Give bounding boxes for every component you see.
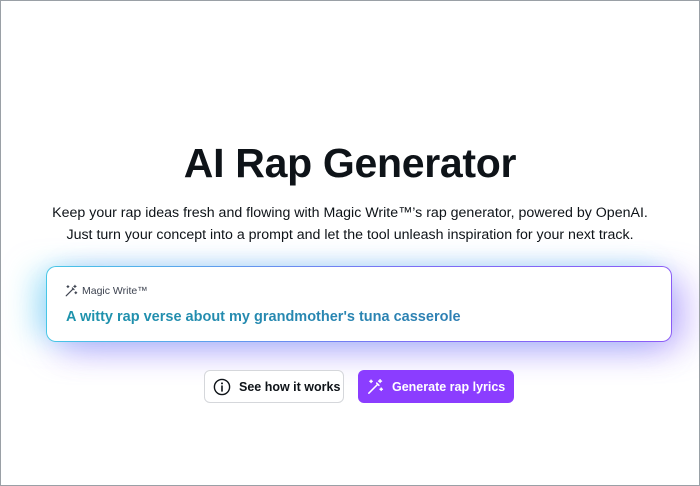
magic-write-label: Magic Write™ — [64, 284, 148, 298]
magic-wand-icon — [366, 378, 384, 396]
page-title: AI Rap Generator — [183, 140, 517, 186]
magic-write-label-text: Magic Write™ — [82, 285, 148, 297]
hero-section: AI Rap Generator Keep your rap ideas fre… — [0, 0, 700, 486]
prompt-card[interactable]: Magic Write™ A witty rap verse about my … — [46, 266, 672, 342]
subtitle-line-1: Keep your rap ideas fresh and flowing wi… — [52, 205, 648, 221]
see-how-it-works-button[interactable]: See how it works — [204, 370, 344, 403]
prompt-example-text[interactable]: A witty rap verse about my grandmother's… — [66, 309, 461, 325]
magic-wand-icon — [64, 284, 78, 298]
action-buttons: See how it works Generate rap lyrics — [0, 370, 700, 403]
subtitle-line-2: Just turn your concept into a prompt and… — [66, 227, 634, 243]
info-icon — [213, 378, 231, 396]
page-subtitle: Keep your rap ideas fresh and flowing wi… — [30, 202, 670, 246]
generate-rap-lyrics-label: Generate rap lyrics — [392, 379, 506, 394]
generate-rap-lyrics-button[interactable]: Generate rap lyrics — [358, 370, 514, 403]
see-how-it-works-label: See how it works — [239, 379, 341, 394]
